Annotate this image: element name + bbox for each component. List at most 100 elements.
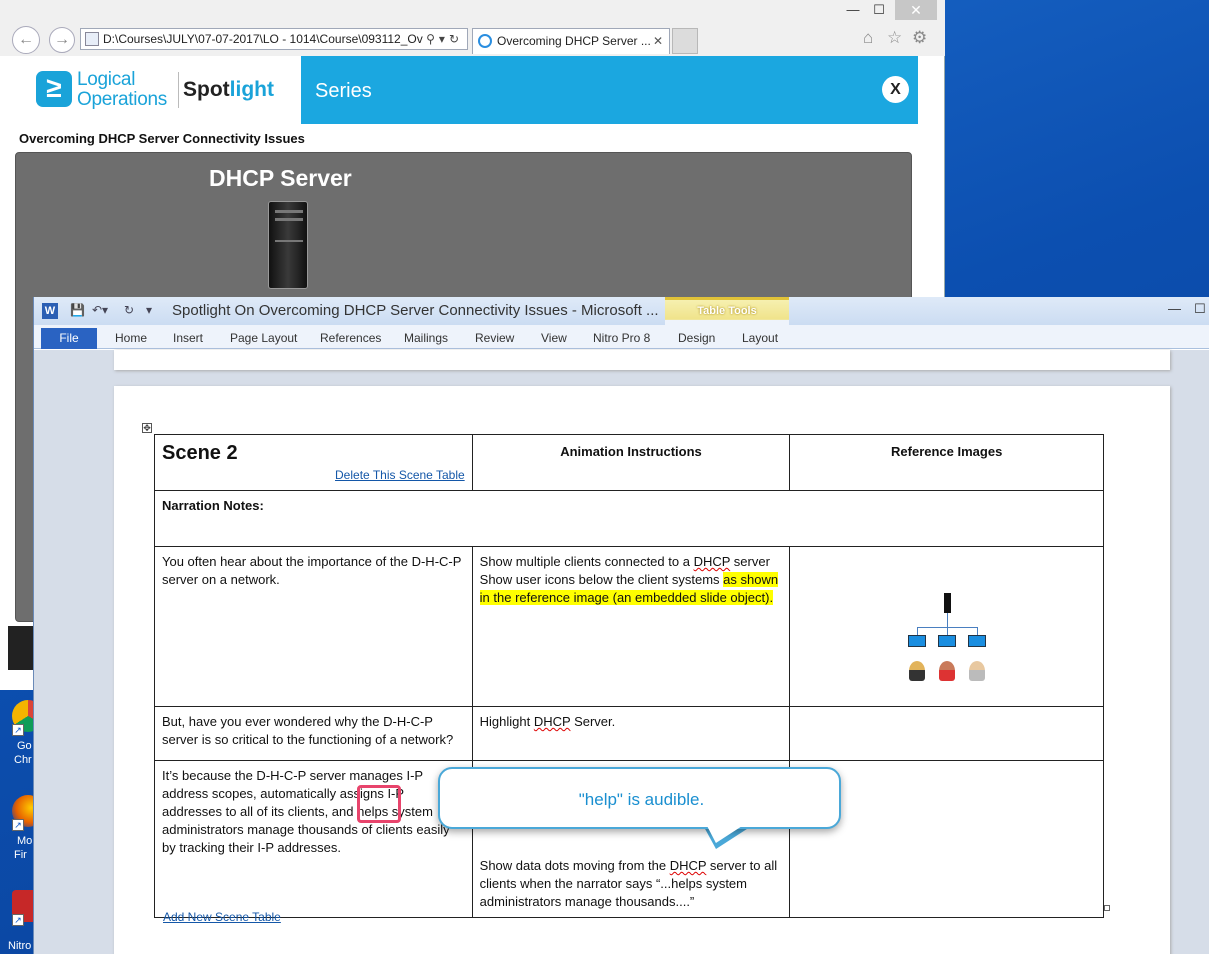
browser-chrome: — ☐ ✕ ← → D:\Courses\JULY\07-07-2017\LO … [0, 0, 945, 56]
client-laptop-icon [937, 635, 956, 647]
table-header-row: Scene 2 Delete This Scene Table Animatio… [154, 434, 1104, 491]
favorites-star-icon[interactable]: ☆ [887, 28, 902, 48]
brand-part: light [229, 78, 274, 101]
animation-note: Show data dots moving from the DHCP serv… [480, 857, 783, 911]
forward-button[interactable]: → [49, 27, 75, 53]
tab-home[interactable]: Home [115, 331, 147, 345]
word-maximize-button[interactable]: ☐ [1194, 301, 1206, 317]
tab-insert[interactable]: Insert [173, 331, 203, 345]
brand-part: Spot [183, 78, 230, 101]
client-laptop-icon [907, 635, 926, 647]
text-run: Highlight [479, 714, 534, 729]
drive-bay [275, 240, 303, 242]
narration-cell[interactable]: But, have you ever wondered why the D-H-… [154, 706, 473, 761]
tab-title: Overcoming DHCP Server ... [497, 34, 651, 48]
address-bar[interactable]: D:\Courses\JULY\07-07-2017\LO - 1014\Cou… [80, 28, 468, 50]
tab-close-icon[interactable]: ✕ [653, 29, 663, 53]
scene-title-cell: Scene 2 Delete This Scene Table [154, 434, 473, 491]
user-icon [938, 661, 955, 681]
desktop-icon-label: Go [17, 740, 32, 752]
ie-icon [478, 34, 492, 48]
shortcut-arrow-icon: ↗ [12, 914, 24, 926]
document-area: ✥ Scene 2 Delete This Scene Table Animat… [34, 350, 1209, 954]
reference-cell[interactable] [789, 706, 1104, 761]
back-button[interactable]: ← [12, 26, 40, 54]
home-icon[interactable]: ⌂ [863, 28, 873, 48]
page-icon [85, 32, 99, 46]
logo-text: Operations [77, 89, 167, 110]
desktop-icon-label: Nitro [8, 940, 32, 952]
document-title: Spotlight On Overcoming DHCP Server Conn… [172, 302, 659, 319]
narration-cell[interactable]: You often hear about the importance of t… [154, 546, 473, 707]
save-icon[interactable]: 💾 [70, 303, 85, 317]
settings-gear-icon[interactable]: ⚙ [912, 28, 927, 48]
spotlight-brand: Spotlight [183, 78, 274, 102]
connector-line [946, 613, 948, 627]
server-tower-image [268, 201, 308, 289]
word-icon[interactable]: W [42, 303, 58, 319]
reference-cell[interactable] [789, 546, 1104, 707]
spell-flagged-word: DHCP [669, 858, 707, 873]
tab-nitro-pro[interactable]: Nitro Pro 8 [593, 331, 650, 345]
table-row: You often hear about the importance of t… [154, 546, 1104, 707]
table-tools-label: Table Tools [697, 305, 757, 317]
maximize-button[interactable]: ☐ [868, 0, 890, 20]
close-button[interactable]: ✕ [895, 0, 937, 20]
close-player-button[interactable]: X [882, 76, 909, 103]
word-highlight-box [357, 785, 401, 823]
tab-layout[interactable]: Layout [742, 331, 778, 345]
text-run: Server. [570, 714, 616, 729]
tab-view[interactable]: View [541, 331, 567, 345]
callout-bubble: "help" is audible. [438, 767, 841, 829]
undo-icon[interactable]: ↶▾ [92, 303, 108, 317]
tab-file[interactable]: File [41, 328, 97, 349]
tab-review[interactable]: Review [475, 331, 514, 345]
quick-access-toolbar: W 💾 ↶▾ ↻ ▾ Spotlight On Overcoming DHCP … [34, 297, 1209, 349]
text-run: Show data dots moving from the [479, 858, 670, 873]
desktop-icon-label: Chr [14, 754, 32, 766]
add-scene-link[interactable]: Add New Scene Table [163, 910, 281, 924]
new-tab-button[interactable] [672, 28, 698, 54]
network-diagram-image [902, 583, 992, 693]
delete-scene-link[interactable]: Delete This Scene Table [335, 468, 465, 482]
series-bar: Series X [301, 56, 918, 124]
table-resize-handle[interactable] [1104, 905, 1110, 911]
tab-design[interactable]: Design [678, 331, 715, 345]
document-page: ✥ Scene 2 Delete This Scene Table Animat… [114, 386, 1170, 954]
animation-cell[interactable]: Highlight DHCP Server. [471, 706, 791, 761]
column-header-animation: Animation Instructions [471, 434, 791, 491]
text-run: Show multiple clients connected to a [479, 554, 694, 569]
column-header-reference: Reference Images [789, 434, 1104, 491]
divider [178, 72, 179, 108]
minimize-button[interactable]: — [842, 0, 864, 20]
ribbon-tabs: File Home Insert Page Layout References … [34, 325, 1209, 349]
browser-tab[interactable]: Overcoming DHCP Server ... ✕ [472, 28, 670, 54]
animation-cell[interactable]: Show multiple clients connected to a DHC… [471, 546, 791, 707]
tab-mailings[interactable]: Mailings [404, 331, 448, 345]
arrow-right-icon: → [54, 31, 70, 48]
client-laptop-icon [967, 635, 986, 647]
search-refresh-icons[interactable]: ⚲▾↻ [426, 29, 463, 49]
connector-line [976, 627, 978, 635]
redo-icon[interactable]: ↻ [124, 303, 134, 317]
tab-page-layout[interactable]: Page Layout [230, 331, 297, 345]
narration-cell[interactable]: It’s because the D-H-C-P server manages … [154, 760, 473, 918]
desktop-icon-label: Fir [14, 849, 27, 861]
section-title: Series [315, 80, 372, 102]
drive-bay [275, 210, 303, 213]
narration-label: Narration Notes: [154, 490, 1104, 547]
shortcut-arrow-icon: ↗ [12, 724, 24, 736]
user-icon [968, 661, 985, 681]
user-icon [908, 661, 925, 681]
customize-toolbar-icon[interactable]: ▾ [146, 303, 152, 317]
table-move-handle-icon[interactable]: ✥ [142, 423, 152, 433]
shortcut-arrow-icon: ↗ [12, 819, 24, 831]
address-text: D:\Courses\JULY\07-07-2017\LO - 1014\Cou… [103, 32, 423, 46]
word-minimize-button[interactable]: — [1168, 301, 1181, 316]
logical-operations-logo-icon: ≥ [36, 71, 72, 107]
spell-flagged-word: DHCP [533, 714, 571, 729]
word-window: W 💾 ↶▾ ↻ ▾ Spotlight On Overcoming DHCP … [33, 297, 1209, 954]
logo-text: Logical [77, 69, 136, 90]
callout-text: "help" is audible. [578, 790, 705, 809]
tab-references[interactable]: References [320, 331, 381, 345]
